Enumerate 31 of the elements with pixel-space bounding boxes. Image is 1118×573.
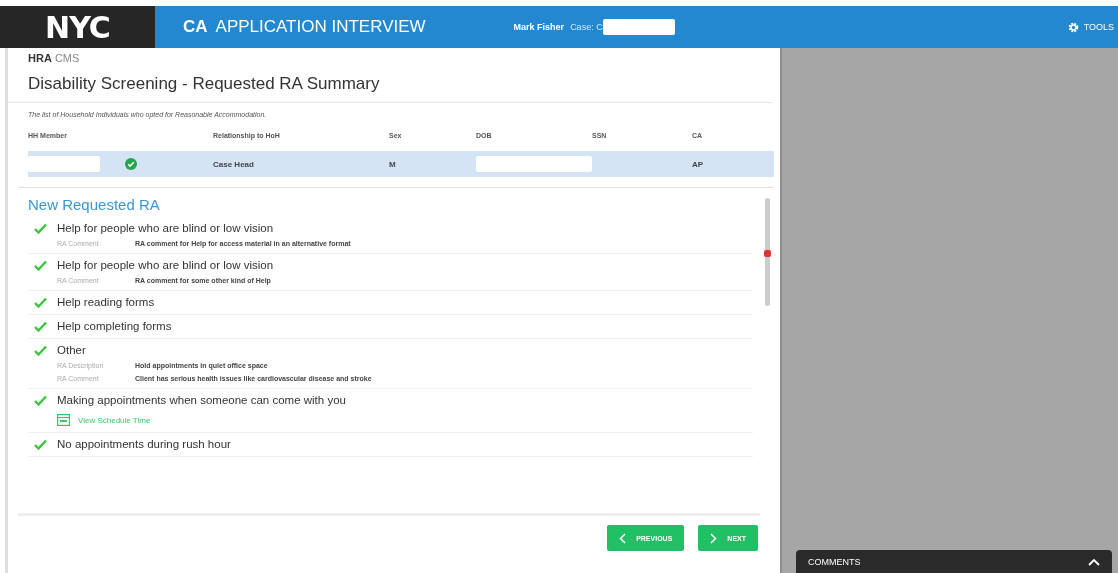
brand-label: HRA CMS bbox=[27, 51, 81, 64]
gear-icon bbox=[1067, 21, 1079, 33]
page-title: Disability Screening - Requested RA Summary bbox=[8, 64, 772, 103]
item-title: Other bbox=[57, 344, 86, 356]
redaction-mark bbox=[28, 156, 100, 172]
logo: NYC bbox=[0, 6, 155, 48]
scroll-track[interactable] bbox=[765, 198, 770, 306]
schedule-link[interactable]: View Schedule Time bbox=[34, 406, 753, 426]
item-title: Help for people who are blind or low vision bbox=[57, 259, 274, 271]
table-cell-text: Case Head bbox=[213, 158, 255, 171]
tools-button[interactable]: TOOLS bbox=[1067, 21, 1118, 33]
item-title: Making appointments when someone can come with you bbox=[57, 394, 346, 406]
section-title: New Requested RA bbox=[28, 195, 161, 215]
item-title: Help for people who are blind or low vision bbox=[57, 222, 274, 234]
comments-title: COMMENTS bbox=[808, 556, 861, 567]
chevron-up-icon[interactable] bbox=[1088, 557, 1100, 566]
table-cell-text: AP bbox=[692, 158, 705, 171]
chevron-right-icon bbox=[710, 532, 718, 544]
app-code: CA bbox=[183, 17, 208, 37]
case-label: Case: C bbox=[570, 22, 603, 32]
user-name: Mark Fisher bbox=[513, 22, 565, 32]
scroll-thumb[interactable] bbox=[764, 250, 771, 257]
item-title: No appointments during rush hour bbox=[57, 438, 231, 450]
item-title: Help reading forms bbox=[57, 296, 155, 308]
app-title: APPLICATION INTERVIEW bbox=[215, 17, 426, 37]
calendar-icon bbox=[57, 414, 70, 426]
chevron-left-icon bbox=[619, 532, 627, 544]
comments-bar[interactable]: COMMENTS bbox=[796, 550, 1112, 573]
item-title: Help completing forms bbox=[57, 320, 172, 332]
table-row[interactable]: Case Head M AP bbox=[28, 151, 774, 177]
table-cell-text: M bbox=[389, 158, 397, 171]
